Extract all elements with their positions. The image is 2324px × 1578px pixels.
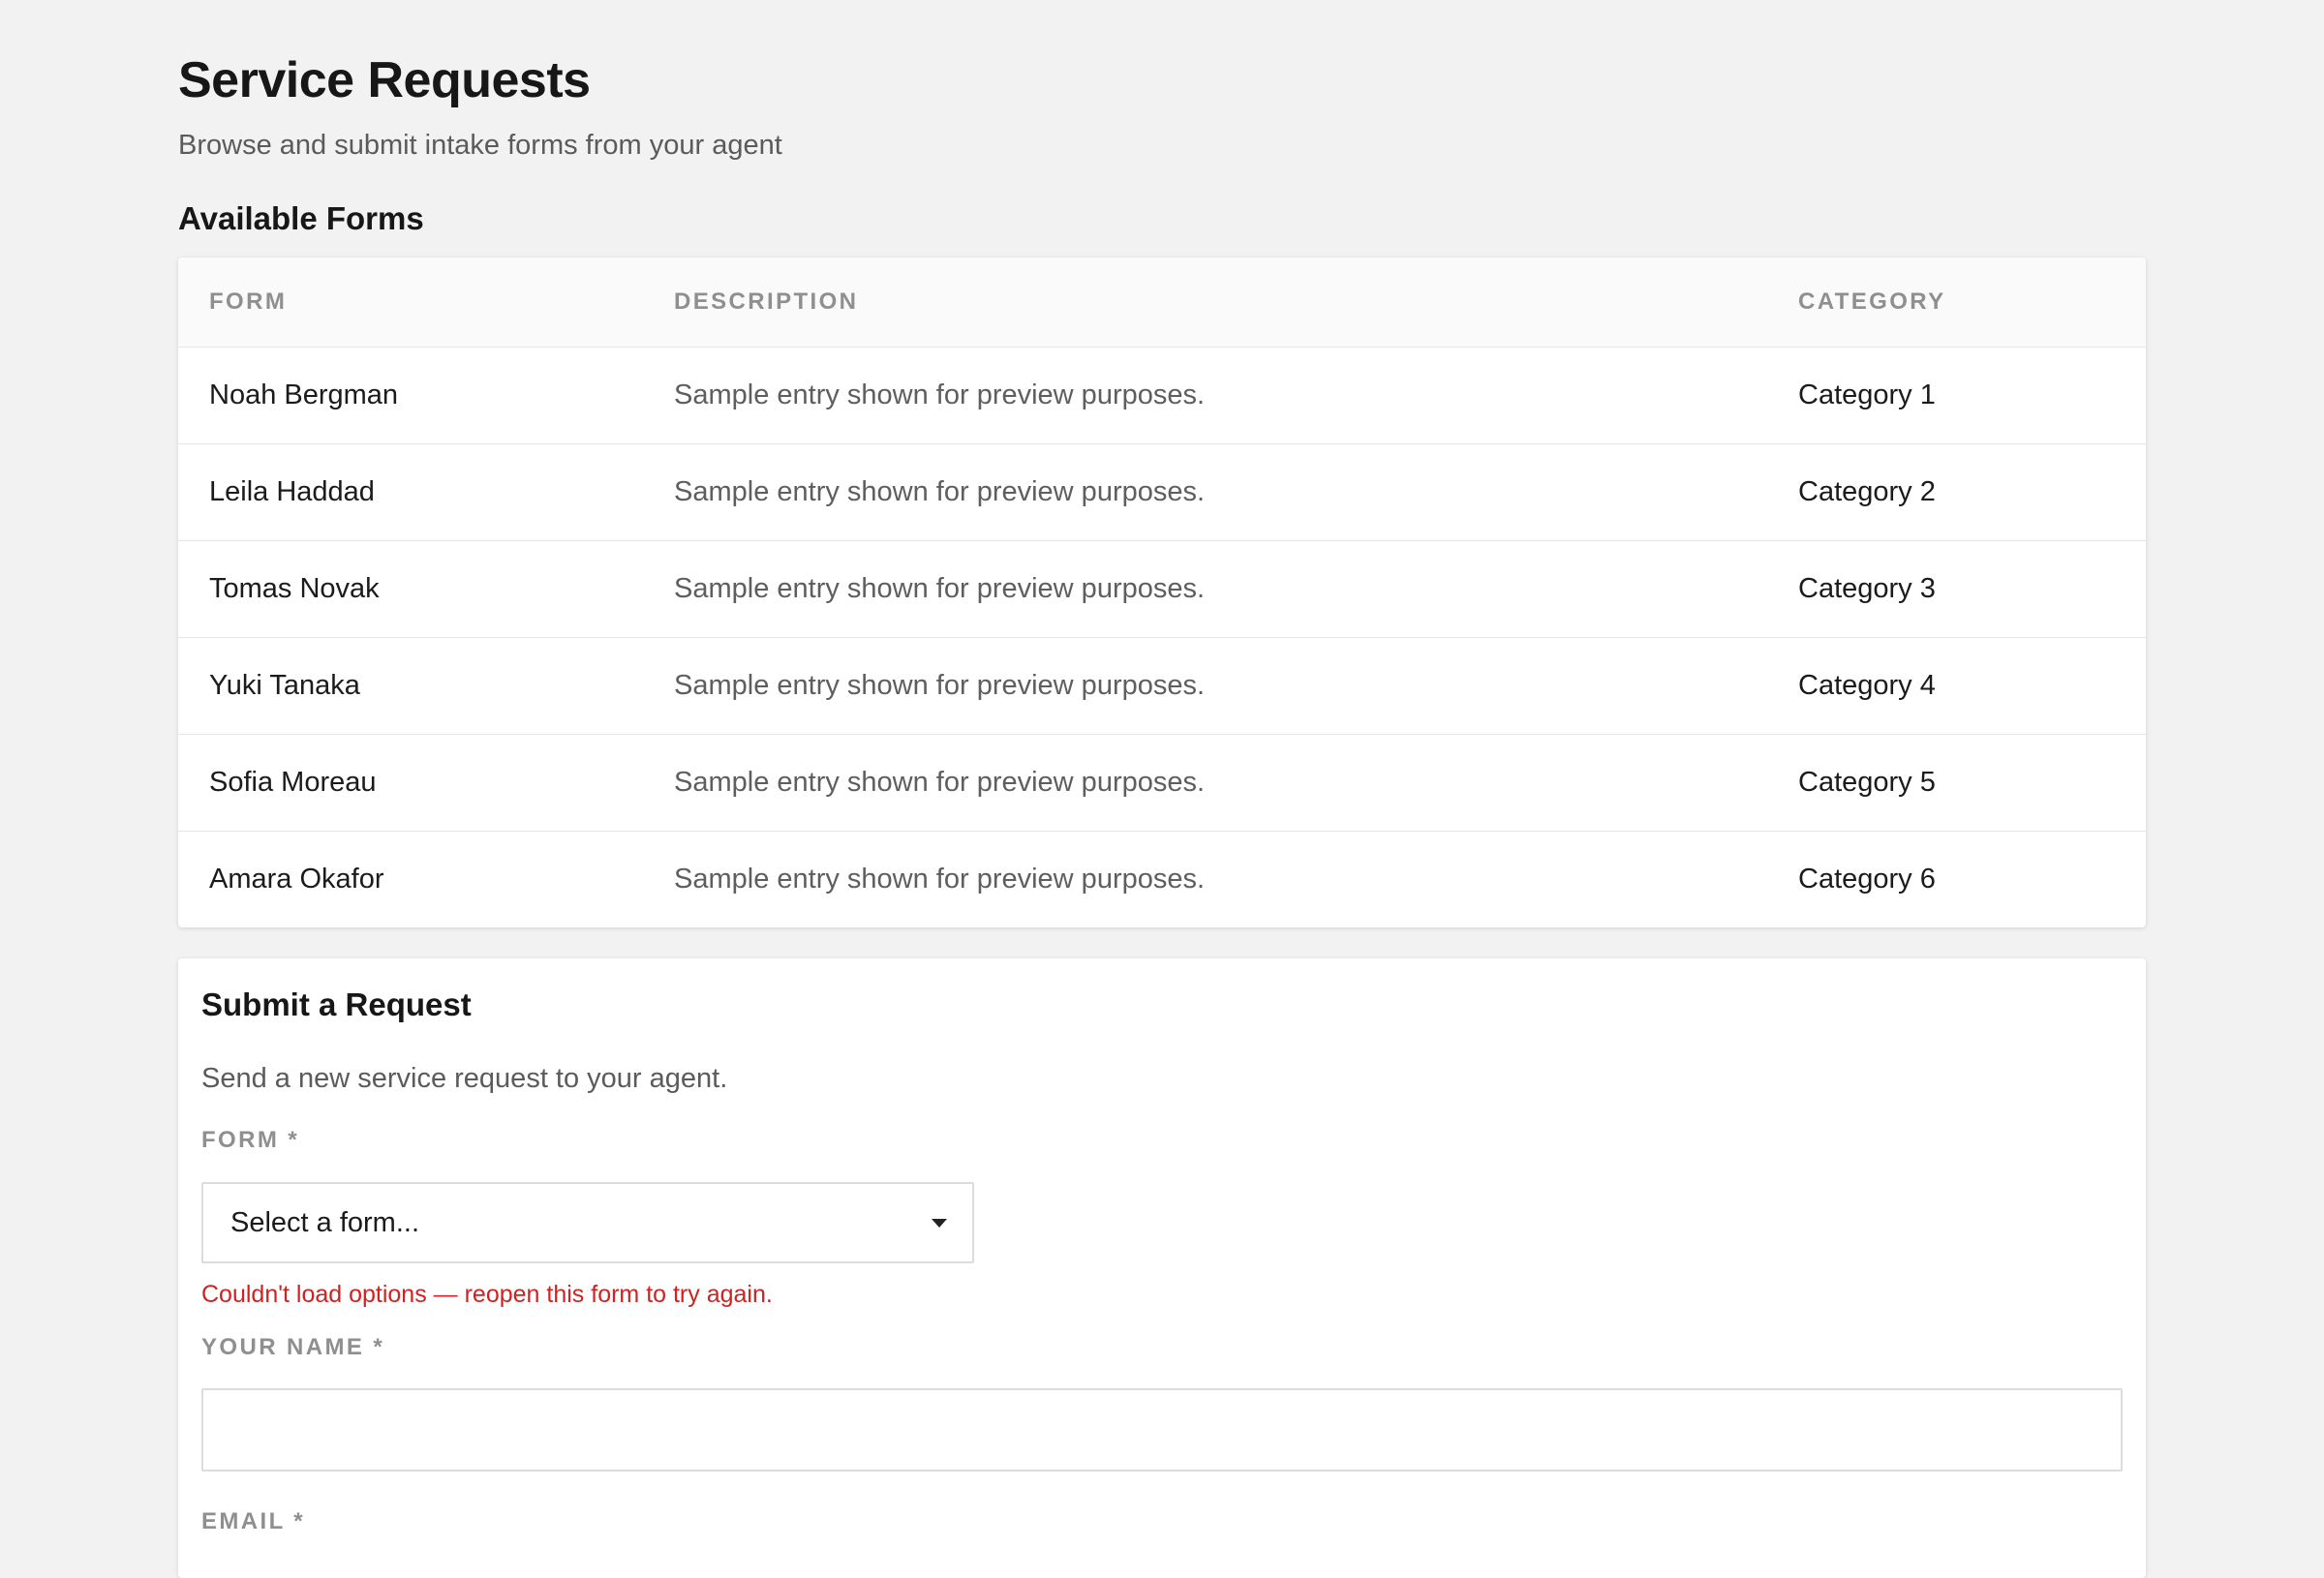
description-cell: Sample entry shown for preview purposes. (674, 572, 1206, 604)
form-select[interactable]: Select a form... (201, 1182, 974, 1263)
forms-table-card: FORM DESCRIPTION CATEGORY Noah Bergman S… (178, 258, 2146, 927)
submit-request-title: Submit a Request (201, 986, 472, 1022)
form-name-cell: Leila Haddad (209, 475, 375, 507)
column-header-form[interactable]: FORM (178, 258, 674, 347)
category-cell: Category 2 (1798, 475, 1936, 507)
email-field-label: EMAIL * (201, 1508, 306, 1534)
form-name-cell: Noah Bergman (209, 379, 399, 410)
category-cell: Category 1 (1798, 379, 1936, 410)
table-row[interactable]: Amara Okafor Sample entry shown for prev… (178, 831, 2146, 927)
category-cell: Category 6 (1798, 863, 1936, 895)
form-select-label: FORM * (201, 1127, 300, 1153)
table-header-row: FORM DESCRIPTION CATEGORY (178, 258, 2146, 347)
forms-table: FORM DESCRIPTION CATEGORY Noah Bergman S… (178, 258, 2146, 927)
form-name-cell: Sofia Moreau (209, 766, 377, 798)
category-cell: Category 4 (1798, 669, 1936, 701)
column-header-description[interactable]: DESCRIPTION (674, 258, 1798, 347)
table-row[interactable]: Yuki Tanaka Sample entry shown for previ… (178, 637, 2146, 734)
category-cell: Category 3 (1798, 572, 1936, 604)
table-row[interactable]: Sofia Moreau Sample entry shown for prev… (178, 734, 2146, 831)
submit-request-card: Submit a Request Send a new service requ… (178, 958, 2146, 1578)
description-cell: Sample entry shown for preview purposes. (674, 863, 1206, 895)
page-subtitle: Browse and submit intake forms from your… (178, 130, 782, 161)
description-cell: Sample entry shown for preview purposes. (674, 669, 1206, 701)
available-forms-heading: Available Forms (178, 200, 424, 236)
form-name-cell: Tomas Novak (209, 572, 380, 604)
description-cell: Sample entry shown for preview purposes. (674, 475, 1206, 507)
table-row[interactable]: Leila Haddad Sample entry shown for prev… (178, 443, 2146, 540)
name-field-label: YOUR NAME * (201, 1334, 385, 1360)
submit-request-description: Send a new service request to your agent… (201, 1063, 728, 1094)
description-cell: Sample entry shown for preview purposes. (674, 766, 1206, 798)
table-row[interactable]: Noah Bergman Sample entry shown for prev… (178, 347, 2146, 443)
table-row[interactable]: Tomas Novak Sample entry shown for previ… (178, 540, 2146, 637)
category-cell: Category 5 (1798, 766, 1936, 798)
description-cell: Sample entry shown for preview purposes. (674, 379, 1206, 410)
form-name-cell: Amara Okafor (209, 863, 384, 895)
column-header-category[interactable]: CATEGORY (1798, 258, 2146, 347)
name-input[interactable] (201, 1388, 2123, 1472)
chevron-down-icon[interactable] (932, 1219, 947, 1228)
form-name-cell: Yuki Tanaka (209, 669, 360, 701)
form-select-error: Couldn't load options — reopen this form… (201, 1281, 773, 1308)
form-select-value: Select a form... (230, 1207, 420, 1238)
page-title: Service Requests (178, 52, 591, 108)
